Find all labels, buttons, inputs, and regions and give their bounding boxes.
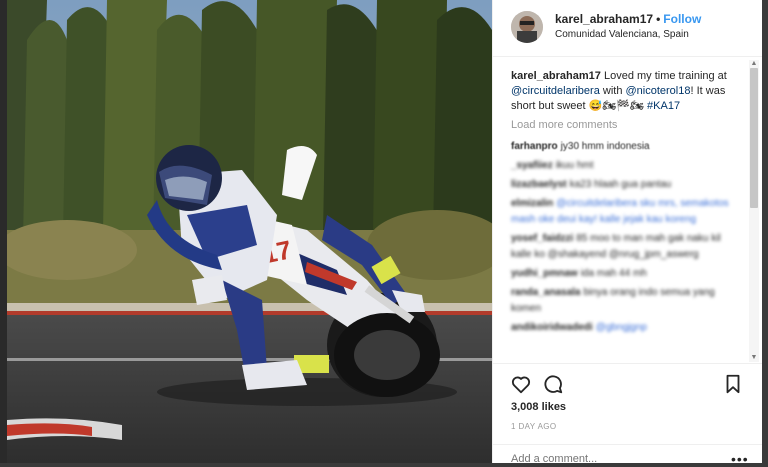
post-details-panel: karel_abraham17 • Follow Comunidad Valenci… [492,0,763,466]
post-timestamp[interactable]: 1 DAY AGO [511,422,557,431]
list-item: andikoiridwadedi @gbngjgnp [511,320,739,336]
motorcycle-photo-illustration: 17 [7,0,492,463]
avatar[interactable] [511,11,543,43]
comment-username[interactable]: andikoiridwadedi [511,322,593,333]
comment-username[interactable]: randa_anasala [511,287,581,298]
caption-username[interactable]: karel_abraham17 [511,70,601,82]
post-username-line: karel_abraham17 • Follow [555,12,701,26]
scroll-up-icon[interactable]: ▲ [750,60,758,68]
avatar-image [511,11,543,43]
comment-text: jy30 hmm indonesia [560,141,650,152]
post-header: karel_abraham17 • Follow Comunidad Valenci… [493,0,763,57]
heart-icon[interactable] [510,373,532,395]
mention-circuit[interactable]: @circuitdelaribera [511,85,600,97]
hashtag-ka17[interactable]: #KA17 [647,100,680,112]
follow-button[interactable]: Follow [663,12,701,26]
post-caption: karel_abraham17 Loved my time training a… [511,69,739,114]
post-location[interactable]: Comunidad Valenciana, Spain [555,29,689,40]
list-item: randa_anasala binya orang indo semua yang… [511,285,739,317]
comment-username[interactable]: yudhi_pmnaw [511,268,578,279]
post-actions: 3,008 likes 1 DAY AGO ••• [493,363,763,466]
comments-scrollbar[interactable]: ▲ ▼ [749,60,759,362]
post-photo[interactable]: 17 [7,0,492,463]
likes-count[interactable]: 3,008 likes [511,401,566,413]
comments-section: karel_abraham17 Loved my time training a… [493,57,748,362]
separator-dot: • [656,12,661,26]
scroll-down-icon[interactable]: ▼ [750,354,758,362]
add-comment-bar: ••• [493,444,763,466]
comment-text: ikuu hmt [555,160,594,171]
comment-username[interactable]: elmizalin [511,198,553,209]
comment-username[interactable]: _syafiiez [511,160,553,171]
comment-list: farhanpro jy30 hmm indonesia _syafiiez iku… [511,139,739,339]
mention-nicoterol[interactable]: @nicoterol18 [626,85,691,97]
comment-text: @gbngjgnp [595,322,647,333]
caption-text-2: with [599,85,626,97]
comment-icon[interactable] [542,373,564,395]
list-item: farhanpro jy30 hmm indonesia [511,139,739,155]
backdrop-edge [0,0,7,463]
caption-text-1: Loved my time training at [600,70,727,82]
load-more-comments-button[interactable]: Load more comments [511,119,617,131]
post-username[interactable]: karel_abraham17 [555,12,653,26]
list-item: yudhi_pmnaw ida mah 44 mh [511,266,739,282]
list-item: elmizalin @circuitdelaribera sku mrs, sem… [511,196,739,228]
comment-username[interactable]: farhanpro [511,141,558,152]
scrollbar-thumb[interactable] [750,68,758,208]
lightbox-backdrop: 17 karel_abraham17 • Follow Comunidad Va… [0,0,768,466]
comment-text: ida mah 44 mh [580,268,647,279]
bookmark-icon[interactable] [722,373,744,395]
list-item: _syafiiez ikuu hmt [511,158,739,174]
list-item: yosef_faidzzi 85 moo to man mah gak naku … [511,231,739,263]
backdrop-edge [762,0,768,463]
add-comment-input[interactable] [511,453,711,465]
comment-text: ka23 hlaah gua pantau [569,179,672,190]
list-item: lizazbaelyst ka23 hlaah gua pantau [511,177,739,193]
comment-username[interactable]: yosef_faidzzi [511,233,573,244]
comment-username[interactable]: lizazbaelyst [511,179,567,190]
